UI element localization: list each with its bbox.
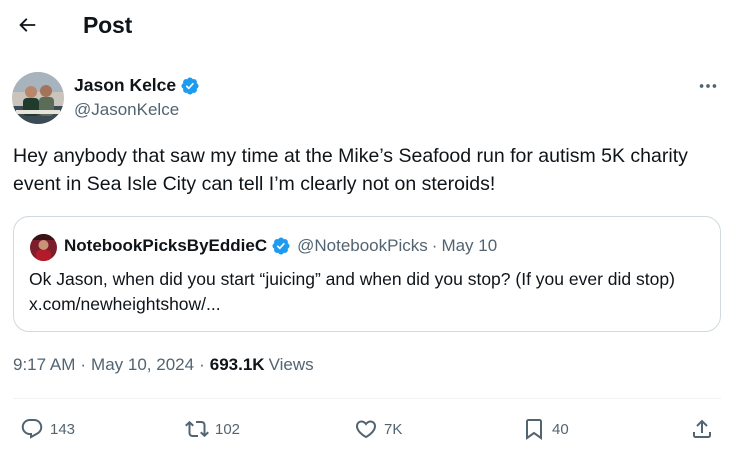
more-horizontal-icon (699, 84, 717, 88)
author-handle[interactable]: @JasonKelce (74, 100, 179, 120)
back-button[interactable] (8, 6, 46, 44)
quote-text: Ok Jason, when did you start “juicing” a… (29, 269, 675, 314)
tweet-meta: 9:17 AM · May 10, 2024 · 693.1K Views (13, 355, 314, 375)
repost-count: 102 (215, 420, 241, 438)
like-button[interactable]: 7K (354, 408, 402, 450)
bookmark-button[interactable]: 40 (522, 408, 569, 450)
repost-icon (185, 420, 209, 438)
quote-author-name[interactable]: NotebookPicksByEddieC (64, 236, 267, 256)
reply-button[interactable]: 143 (20, 408, 75, 450)
page-header: Post (0, 0, 736, 52)
share-icon (693, 419, 711, 438)
meta-separator: · (80, 355, 87, 374)
quote-author-avatar[interactable] (30, 234, 57, 261)
repost-button[interactable]: 102 (185, 408, 240, 450)
reply-count: 143 (50, 420, 76, 438)
verified-badge-icon (272, 237, 290, 255)
more-options-button[interactable] (690, 72, 726, 100)
share-button[interactable] (690, 408, 714, 450)
heart-icon (355, 420, 377, 439)
author-name[interactable]: Jason Kelce (74, 75, 200, 96)
action-bar: 143 102 7K 40 (0, 408, 736, 450)
tweet-time[interactable]: 9:17 AM (13, 355, 75, 375)
views-count: 693.1K (209, 355, 265, 374)
reply-icon (21, 419, 43, 439)
quote-separator: · (431, 236, 438, 255)
bookmark-count: 40 (552, 420, 569, 438)
quoted-tweet[interactable]: NotebookPicksByEddieC @NotebookPicks · M… (13, 216, 721, 332)
author-name-text: Jason Kelce (74, 75, 177, 95)
page-title: Post (83, 12, 133, 38)
tweet-text: Hey anybody that saw my time at the Mike… (13, 145, 688, 195)
like-count: 7K (384, 420, 403, 438)
quote-date[interactable]: May 10 (441, 236, 497, 256)
views-label: Views (268, 355, 314, 374)
arrow-left-icon (19, 18, 36, 32)
quote-author-handle[interactable]: @NotebookPicks (297, 236, 428, 256)
tweet-date[interactable]: May 10, 2024 (91, 355, 194, 375)
verified-badge-icon (181, 76, 199, 95)
bookmark-icon (526, 419, 542, 440)
author-avatar[interactable] (12, 72, 64, 124)
meta-separator: · (199, 355, 205, 374)
divider (13, 398, 721, 399)
quote-meta: NotebookPicksByEddieC @NotebookPicks · M… (64, 236, 497, 256)
